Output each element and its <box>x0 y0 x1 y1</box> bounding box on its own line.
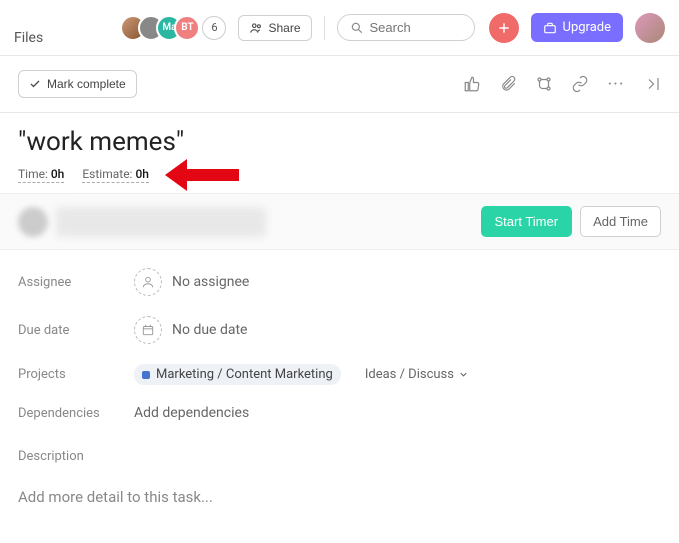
dependencies-row: Dependencies Add dependencies <box>18 395 661 431</box>
task-fields: Assignee No assignee Due date No due dat… <box>0 250 679 439</box>
link-icon[interactable] <box>571 75 589 93</box>
description-input[interactable]: Add more detail to this task... <box>18 482 661 512</box>
more-icon[interactable]: ··· <box>607 75 625 93</box>
blurred-avatar <box>18 207 48 237</box>
assignee-value[interactable]: No assignee <box>134 268 249 296</box>
project-chip[interactable]: Marketing / Content Marketing <box>134 364 341 385</box>
field-label: Due date <box>18 323 134 338</box>
avatar[interactable]: BT <box>174 15 200 41</box>
topbar: Files Ma BT 6 Share Upgrade <box>0 0 679 56</box>
projects-value: Marketing / Content Marketing Ideas / Di… <box>134 364 469 385</box>
title-section: "work memes" Time: 0h Estimate: 0h <box>0 113 679 193</box>
field-label: Assignee <box>18 275 134 290</box>
add-button[interactable] <box>489 13 519 43</box>
field-label: Description <box>18 439 661 482</box>
duedate-row: Due date No due date <box>18 306 661 354</box>
project-color-dot <box>142 371 150 379</box>
blurred-text <box>56 207 266 237</box>
share-label: Share <box>268 21 300 35</box>
plus-icon <box>497 21 511 35</box>
mark-complete-label: Mark complete <box>47 77 126 91</box>
files-link[interactable]: Files <box>14 10 43 46</box>
briefcase-icon <box>543 21 557 35</box>
duedate-value[interactable]: No due date <box>134 316 247 344</box>
share-button[interactable]: Share <box>238 15 311 41</box>
search-input[interactable] <box>370 20 460 35</box>
assignee-row: Assignee No assignee <box>18 258 661 306</box>
people-icon <box>249 21 263 35</box>
avatar-more-count[interactable]: 6 <box>202 16 226 40</box>
upgrade-button[interactable]: Upgrade <box>531 13 623 42</box>
field-label: Dependencies <box>18 406 134 421</box>
attachment-icon[interactable] <box>499 75 517 93</box>
projects-row: Projects Marketing / Content Marketing I… <box>18 354 661 395</box>
profile-avatar[interactable] <box>635 13 665 43</box>
collapse-icon[interactable] <box>643 75 661 93</box>
check-icon <box>29 78 41 90</box>
dependencies-value[interactable]: Add dependencies <box>134 405 249 421</box>
upgrade-label: Upgrade <box>563 20 611 35</box>
person-icon <box>134 268 162 296</box>
estimate-field[interactable]: Estimate: 0h <box>82 167 149 183</box>
subtask-icon[interactable] <box>535 75 553 93</box>
collaborator-avatars[interactable]: Ma BT 6 <box>120 15 226 41</box>
toolbar-icons: ··· <box>463 75 661 93</box>
search-box[interactable] <box>337 14 475 41</box>
description-section: Description Add more detail to this task… <box>0 439 679 522</box>
divider <box>324 16 325 40</box>
timer-row: Start Timer Add Time <box>0 193 679 250</box>
calendar-icon <box>134 316 162 344</box>
time-field[interactable]: Time: 0h <box>18 167 64 183</box>
start-timer-button[interactable]: Start Timer <box>481 206 573 237</box>
task-toolbar: Mark complete ··· <box>0 56 679 113</box>
like-icon[interactable] <box>463 75 481 93</box>
project-section-dropdown[interactable]: Ideas / Discuss <box>365 367 469 382</box>
search-icon <box>350 21 364 35</box>
chevron-down-icon <box>458 369 469 380</box>
field-label: Projects <box>18 367 134 382</box>
time-row: Time: 0h Estimate: 0h <box>18 167 661 183</box>
mark-complete-button[interactable]: Mark complete <box>18 70 137 98</box>
add-time-button[interactable]: Add Time <box>580 206 661 237</box>
task-title[interactable]: "work memes" <box>18 127 661 157</box>
